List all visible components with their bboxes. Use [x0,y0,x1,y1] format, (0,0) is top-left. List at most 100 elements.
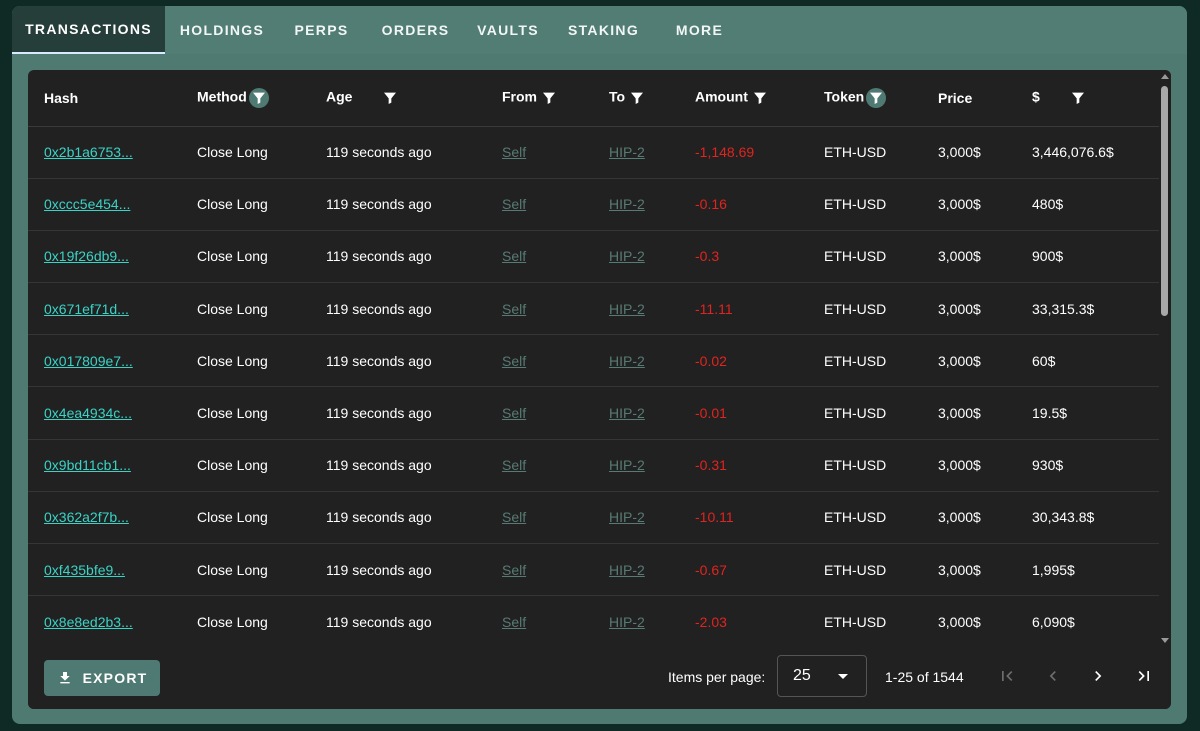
cell-token: ETH-USD [808,334,922,388]
table-row[interactable]: 0x2b1a6753... Close Long 119 seconds ago Se… [28,126,1159,179]
column-header-hash: Hash [28,70,181,127]
filter-amount-icon[interactable] [750,88,770,108]
from-link[interactable]: Self [502,353,526,369]
hash-link[interactable]: 0x362a2f7b... [44,509,129,525]
to-link[interactable]: HIP-2 [609,301,645,317]
cell-token: ETH-USD [808,439,922,492]
tab-perps[interactable]: PERPS [279,6,364,54]
to-link[interactable]: HIP-2 [609,457,645,473]
dropdown-caret-icon [838,674,848,679]
previous-page-button[interactable] [1041,664,1065,688]
cell-price: 3,000$ [922,126,1016,179]
scroll-down-arrow-icon[interactable] [1161,638,1169,643]
from-link[interactable]: Self [502,196,526,212]
hash-link[interactable]: 0x4ea4934c... [44,405,132,421]
from-link[interactable]: Self [502,144,526,160]
filter-method-icon[interactable] [248,87,269,108]
to-link[interactable]: HIP-2 [609,248,645,264]
cell-to: HIP-2 [593,491,679,545]
next-page-button[interactable] [1086,664,1110,688]
to-link[interactable]: HIP-2 [609,614,645,630]
column-header-usd: $ [1016,70,1159,127]
from-link[interactable]: Self [502,405,526,421]
cell-from: Self [486,491,593,545]
table-row[interactable]: 0xf435bfe9... Close Long 119 seconds ago Se… [28,543,1159,597]
hash-link[interactable]: 0x2b1a6753... [44,144,133,160]
to-link[interactable]: HIP-2 [609,353,645,369]
hash-link[interactable]: 0x19f26db9... [44,248,129,264]
cell-age: 119 seconds ago [310,543,486,597]
table-row[interactable]: 0x19f26db9... Close Long 119 seconds ago Se… [28,230,1159,284]
tab-more[interactable]: MORE [658,6,741,54]
cell-from: Self [486,439,593,492]
column-header-age: Age [310,70,486,127]
cell-usd: 60$ [1016,334,1159,388]
to-link[interactable]: HIP-2 [609,405,645,421]
items-per-page-select[interactable]: 25 [777,655,867,697]
from-link[interactable]: Self [502,457,526,473]
table-container: Hash Method Age From To Amount Token Price $ 0x2… [28,70,1159,647]
first-page-button[interactable] [995,664,1019,688]
to-link[interactable]: HIP-2 [609,196,645,212]
cell-from: Self [486,386,593,440]
column-header-label: Age [326,88,353,105]
hash-link[interactable]: 0xccc5e454... [44,196,130,212]
table-row[interactable]: 0x8e8ed2b3... Close Long 119 seconds ago Se… [28,595,1159,647]
last-page-button[interactable] [1132,664,1156,688]
cell-from: Self [486,595,593,647]
to-link[interactable]: HIP-2 [609,562,645,578]
scrollbar-thumb[interactable] [1161,86,1168,316]
from-link[interactable]: Self [502,614,526,630]
table-row[interactable]: 0x362a2f7b... Close Long 119 seconds ago Se… [28,491,1159,545]
cell-token: ETH-USD [808,595,922,647]
export-button[interactable]: EXPORT [44,660,160,696]
to-link[interactable]: HIP-2 [609,509,645,525]
hash-link[interactable]: 0x9bd11cb1... [44,457,131,473]
tab-holdings[interactable]: HOLDINGS [165,6,279,54]
cell-token: ETH-USD [808,491,922,545]
hash-link[interactable]: 0x017809e7... [44,353,133,369]
vertical-scrollbar[interactable] [1159,70,1171,647]
download-icon [59,672,70,684]
hash-link[interactable]: 0x671ef71d... [44,301,129,317]
table-footer: EXPORT Items per page: 25 1-25 of 1544 [28,647,1171,709]
cell-method: Close Long [181,543,310,597]
last-page-icon [1138,671,1149,681]
cell-hash: 0x19f26db9... [28,230,181,284]
filter-usd-icon[interactable] [1068,88,1088,108]
cell-from: Self [486,282,593,336]
cell-method: Close Long [181,386,310,440]
table-row[interactable]: 0x9bd11cb1... Close Long 119 seconds ago Se… [28,439,1159,492]
from-link[interactable]: Self [502,301,526,317]
cell-token: ETH-USD [808,126,922,179]
from-link[interactable]: Self [502,248,526,264]
cell-to: HIP-2 [593,334,679,388]
filter-from-icon[interactable] [539,88,559,108]
scroll-up-arrow-icon[interactable] [1161,74,1169,79]
cell-age: 119 seconds ago [310,439,486,492]
hash-link[interactable]: 0x8e8ed2b3... [44,614,133,630]
tab-vaults[interactable]: VAULTS [467,6,549,54]
filter-age-icon[interactable] [380,88,400,108]
from-link[interactable]: Self [502,509,526,525]
cell-amount: -2.03 [679,595,808,647]
from-link[interactable]: Self [502,562,526,578]
cell-from: Self [486,178,593,231]
filter-token-icon[interactable] [866,87,887,108]
cell-from: Self [486,126,593,179]
column-header-label: Amount [695,88,748,105]
column-header-amount: Amount [679,70,808,127]
tab-transactions[interactable]: TRANSACTIONS [12,6,165,54]
table-row[interactable]: 0x017809e7... Close Long 119 seconds ago Se… [28,334,1159,388]
to-link[interactable]: HIP-2 [609,144,645,160]
pagination-range: 1-25 of 1544 [885,669,964,685]
filter-to-icon[interactable] [627,88,647,108]
tab-staking[interactable]: STAKING [549,6,658,54]
table-row[interactable]: 0xccc5e454... Close Long 119 seconds ago Se… [28,178,1159,231]
hash-link[interactable]: 0xf435bfe9... [44,562,125,578]
cell-method: Close Long [181,491,310,545]
cell-age: 119 seconds ago [310,595,486,647]
table-row[interactable]: 0x671ef71d... Close Long 119 seconds ago Se… [28,282,1159,336]
table-row[interactable]: 0x4ea4934c... Close Long 119 seconds ago Se… [28,386,1159,440]
tab-orders[interactable]: ORDERS [364,6,467,54]
